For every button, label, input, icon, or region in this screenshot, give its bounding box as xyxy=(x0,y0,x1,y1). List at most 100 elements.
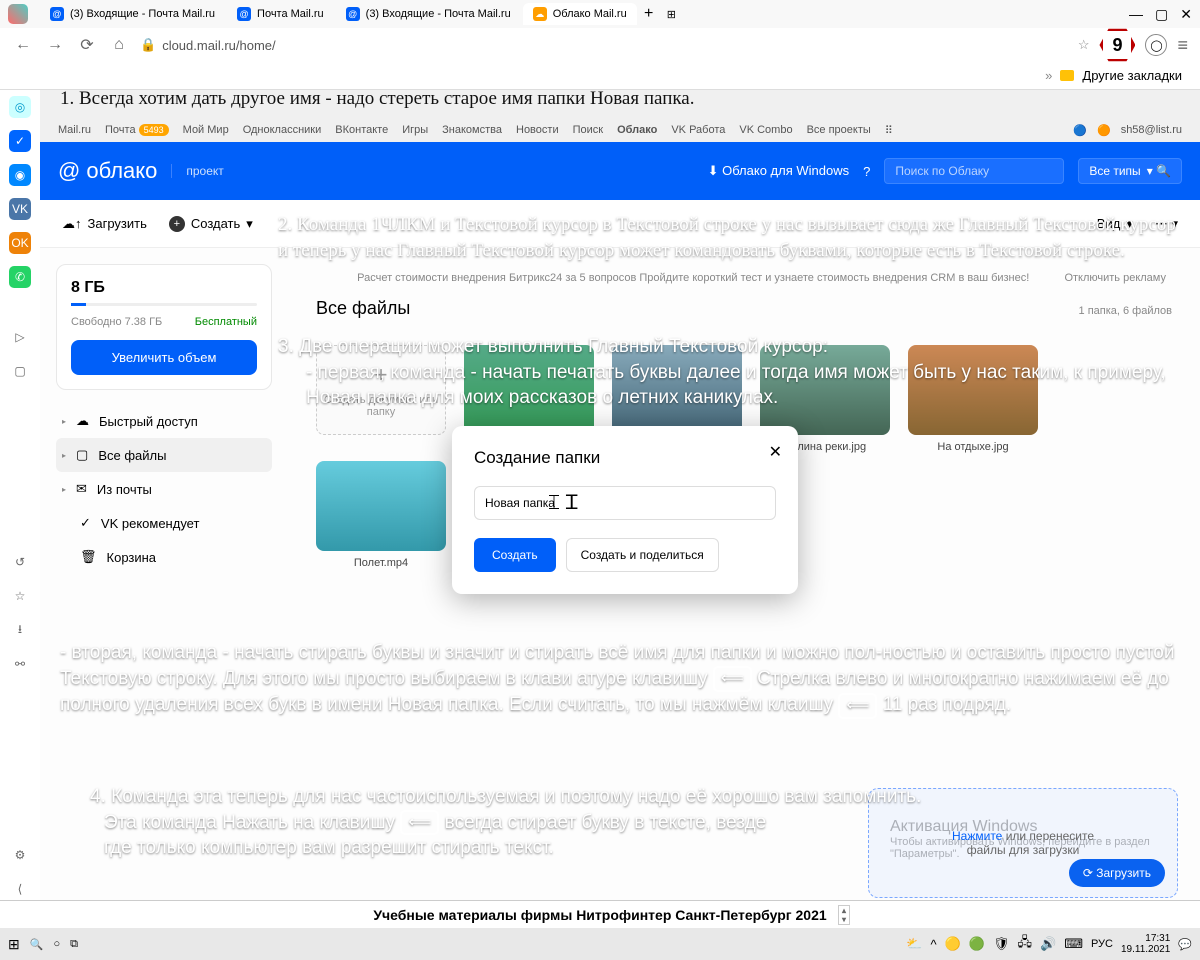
tray-volume-icon[interactable]: 🔊 xyxy=(1040,936,1056,952)
forward-button[interactable]: → xyxy=(44,36,66,54)
nav-link[interactable]: Mail.ru xyxy=(58,124,91,136)
dock-play-icon[interactable]: ▷ xyxy=(9,326,31,348)
nav-trash[interactable]: 🗑Корзина xyxy=(56,540,272,574)
ad-banner[interactable]: Расчет стоимости внедрения Битрикс24 за … xyxy=(316,266,1172,290)
tutorial-footer: Учебные материалы фирмы Нитрофинтер Санк… xyxy=(0,900,1200,928)
workspaces-icon[interactable]: ⊞ xyxy=(667,8,676,21)
file-tile[interactable]: Полет.mp4 xyxy=(316,461,446,569)
backspace-key-icon: ⟸ xyxy=(838,693,877,719)
upload-button[interactable]: ☁↑Загрузить xyxy=(62,216,147,232)
tray-chevron-icon[interactable]: ^ xyxy=(931,937,937,952)
user-email[interactable]: sh58@list.ru xyxy=(1121,124,1182,136)
types-filter[interactable]: Все типы ▾ 🔍 xyxy=(1078,158,1182,184)
tutorial-text-3c: - вторая, команда - начать стирать буквы… xyxy=(60,640,1180,719)
tray-network-icon[interactable]: 🖧 xyxy=(1018,933,1033,955)
bookmarks-overflow[interactable]: » xyxy=(1045,68,1052,83)
nav-link[interactable]: Одноклассники xyxy=(243,124,322,136)
nav-link[interactable]: VK Combo xyxy=(739,124,792,136)
folder-name-input[interactable] xyxy=(474,486,776,520)
plus-icon: + xyxy=(169,216,185,232)
tray-antivirus-icon[interactable]: 🛡 xyxy=(993,936,1010,952)
taskview-icon[interactable]: ⧉ xyxy=(70,938,78,951)
tray-keyboard-icon[interactable]: ⌨ xyxy=(1064,936,1083,952)
new-tab-button[interactable]: + xyxy=(639,5,659,23)
cortana-icon[interactable]: ○ xyxy=(53,938,60,950)
apps-icon[interactable]: ⠿ xyxy=(885,124,893,137)
storage-widget: 8 ГБ Свободно 7.38 ГБ Бесплатный Увеличи… xyxy=(56,264,272,390)
maximize-button[interactable]: ▢ xyxy=(1155,6,1168,23)
nav-link[interactable]: VK Работа xyxy=(671,124,725,136)
tray-weather-icon[interactable]: ⛅ xyxy=(906,936,922,952)
create-button[interactable]: Создать xyxy=(474,538,556,572)
tab-0[interactable]: @(3) Входящие - Почта Mail.ru xyxy=(40,3,225,25)
nav-quick-access[interactable]: ▸☁Быстрый доступ xyxy=(56,404,272,438)
dock-settings-icon[interactable]: ⚙ xyxy=(9,844,31,866)
tab-1[interactable]: @Почта Mail.ru xyxy=(227,3,334,25)
dock-collapse-icon[interactable]: ⟨ xyxy=(9,878,31,900)
create-share-button[interactable]: Создать и поделиться xyxy=(566,538,719,572)
nav-from-mail[interactable]: ▸✉Из почты xyxy=(56,472,272,506)
dock-history-icon[interactable]: ↺ xyxy=(9,551,31,573)
back-button[interactable]: ← xyxy=(12,36,34,54)
nav-link[interactable]: Новости xyxy=(516,124,559,136)
nav-link[interactable]: ВКонтакте xyxy=(335,124,388,136)
scroll-buttons[interactable]: ▴▾ xyxy=(838,905,850,925)
tray-icon[interactable]: 🟢 xyxy=(969,936,985,952)
dropzone-upload-button[interactable]: ⟳ Загрузить xyxy=(1069,859,1165,887)
clock[interactable]: 17:3119.11.2021 xyxy=(1121,933,1170,955)
dock-ok-icon[interactable]: OK xyxy=(9,232,31,254)
breadcrumb: Все файлы xyxy=(316,290,1172,327)
language-indicator[interactable]: РУС xyxy=(1091,938,1113,950)
nav-link[interactable]: Поиск xyxy=(573,124,603,136)
help-icon[interactable]: ? xyxy=(863,164,870,179)
cloud-logo[interactable]: @ облако xyxy=(58,158,157,184)
dock-icon[interactable]: ◉ xyxy=(9,164,31,186)
search-input[interactable]: Поиск по Облаку xyxy=(884,158,1064,184)
notifications-icon[interactable]: 💬 xyxy=(1178,938,1192,951)
project-label: проект xyxy=(171,164,223,178)
start-button[interactable]: ⊞ xyxy=(8,936,20,953)
bookmarks-folder[interactable]: Другие закладки xyxy=(1082,68,1182,83)
nav-all-files[interactable]: ▸▢Все файлы xyxy=(56,438,272,472)
nav-vk-recommends[interactable]: ✓VK рекомендует xyxy=(56,506,272,540)
close-button[interactable]: ✕ xyxy=(1180,6,1192,23)
dock-ig-icon[interactable]: ▢ xyxy=(9,360,31,382)
search-icon[interactable]: 🔍 xyxy=(30,938,44,951)
upgrade-button[interactable]: Увеличить объем xyxy=(71,340,257,375)
favorite-icon[interactable]: ☆ xyxy=(1078,37,1090,53)
dock-icon[interactable]: ✓ xyxy=(9,130,31,152)
reload-button[interactable]: ⟳ xyxy=(76,35,98,55)
close-icon[interactable]: ✕ xyxy=(769,442,782,462)
nav-link[interactable]: Почта 5493 xyxy=(105,124,169,136)
extension-badge[interactable]: 9 xyxy=(1099,27,1135,63)
tab-2[interactable]: @(3) Входящие - Почта Mail.ru xyxy=(336,3,521,25)
create-folder-dialog: ✕ Создание папки Создать Создать и подел… xyxy=(452,426,798,594)
nav-link[interactable]: Знакомства xyxy=(442,124,502,136)
menu-button[interactable]: ≡ xyxy=(1177,35,1188,56)
url-field[interactable]: 🔒 cloud.mail.ru/home/ xyxy=(140,37,1068,53)
ad-close[interactable]: Отключить рекламу xyxy=(1064,272,1166,284)
tray-icon[interactable]: 🟡 xyxy=(945,936,961,952)
nav-link[interactable]: Игры xyxy=(402,124,428,136)
dock-vk-icon[interactable]: VK xyxy=(9,198,31,220)
backspace-key-icon: ⟸ xyxy=(400,810,439,836)
avatar-icon[interactable]: 🔵 xyxy=(1073,124,1087,137)
avatar-icon[interactable]: 🟠 xyxy=(1097,124,1111,137)
profile-button[interactable]: ◯ xyxy=(1145,34,1167,56)
nav-link[interactable]: Все проекты xyxy=(807,124,871,136)
download-app-link[interactable]: ⬇ Облако для Windows xyxy=(708,163,850,179)
dock-star-icon[interactable]: ☆ xyxy=(9,585,31,607)
windows-taskbar: ⊞ 🔍 ○ ⧉ ⛅ ^ 🟡 🟢 🛡 🖧 🔊 ⌨ РУС 17:3119.11.2… xyxy=(0,928,1200,960)
create-button[interactable]: +Создать ▾ xyxy=(169,216,253,232)
storage-plan[interactable]: Бесплатный xyxy=(195,316,257,328)
nav-link[interactable]: Облако xyxy=(617,124,657,136)
dock-icon[interactable]: ◎ xyxy=(9,96,31,118)
dock-whatsapp-icon[interactable]: ✆ xyxy=(9,266,31,288)
upload-icon: ☁↑ xyxy=(62,216,82,232)
nav-link[interactable]: Мой Мир xyxy=(183,124,229,136)
tab-3[interactable]: ☁Облако Mail.ru xyxy=(523,3,637,25)
dock-link-icon[interactable]: ⚯ xyxy=(9,653,31,675)
minimize-button[interactable]: — xyxy=(1129,6,1143,23)
home-button[interactable]: ⌂ xyxy=(108,36,130,54)
dock-download-icon[interactable]: ⭳ xyxy=(9,619,31,641)
